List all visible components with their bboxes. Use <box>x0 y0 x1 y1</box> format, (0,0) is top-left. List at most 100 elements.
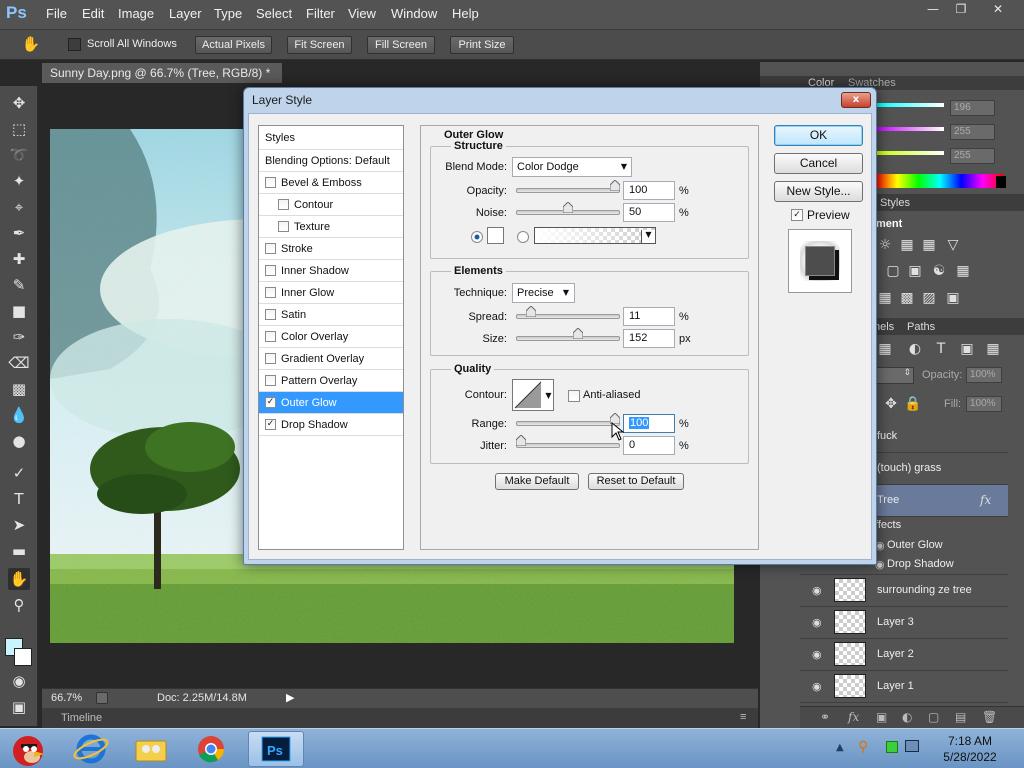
contour-picker[interactable]: ▼ <box>512 379 554 411</box>
eye-icon[interactable]: ◉ <box>812 584 824 597</box>
internet-explorer-icon[interactable] <box>66 731 116 767</box>
style-checkbox[interactable] <box>265 331 276 342</box>
blending-options-item[interactable]: Blending Options: Default <box>259 150 403 172</box>
color-slider-r[interactable] <box>876 103 944 107</box>
anti-aliased-checkbox[interactable] <box>568 390 580 402</box>
style-item-contour[interactable]: Contour <box>259 194 403 216</box>
type-tool-icon[interactable]: T <box>8 488 30 510</box>
opacity-slider-thumb[interactable] <box>610 180 620 191</box>
styles-tab[interactable]: Styles <box>880 197 910 209</box>
style-checkbox-checked[interactable]: ✓ <box>265 419 276 430</box>
gradient-map-icon[interactable]: ▣ <box>944 290 962 306</box>
file-explorer-icon[interactable] <box>126 731 176 767</box>
system-clock[interactable]: 7:18 AM 5/28/2022 <box>928 733 1012 765</box>
vibrance-icon[interactable]: ▢ <box>884 263 902 279</box>
menu-filter[interactable]: Filter <box>306 6 335 21</box>
style-checkbox[interactable] <box>265 243 276 254</box>
technique-select[interactable]: Precise ▼ <box>512 283 575 303</box>
close-window-button[interactable]: ✕ <box>976 2 1020 20</box>
path-select-tool-icon[interactable]: ➤ <box>8 514 30 536</box>
dodge-tool-icon[interactable]: ● <box>8 430 30 452</box>
noise-slider-thumb[interactable] <box>563 202 573 213</box>
hand-tool-icon[interactable]: ✋ <box>8 568 30 590</box>
zoom-tool-icon[interactable]: ⚲ <box>8 594 30 616</box>
style-item-bevel-emboss[interactable]: Bevel & Emboss <box>259 172 403 194</box>
quick-select-tool-icon[interactable]: ✦ <box>8 170 30 192</box>
fit-screen-button[interactable]: Fit Screen <box>287 36 352 54</box>
posterize-icon[interactable]: ▩ <box>898 290 916 306</box>
menu-edit[interactable]: Edit <box>82 6 104 21</box>
style-item-color-overlay[interactable]: Color Overlay <box>259 326 403 348</box>
layer-row[interactable]: ◉ Layer 1 <box>800 671 1008 703</box>
range-slider[interactable] <box>516 421 620 426</box>
lasso-tool-icon[interactable]: ➰ <box>8 144 30 166</box>
eye-icon[interactable]: ◉ <box>812 680 824 693</box>
stamp-tool-icon[interactable]: ■ <box>8 300 30 322</box>
scroll-all-windows-checkbox[interactable] <box>68 38 81 51</box>
menu-layer[interactable]: Layer <box>169 6 202 21</box>
add-mask-icon[interactable]: ▣ <box>876 710 887 724</box>
status-menu-arrow-icon[interactable]: ▶ <box>286 691 294 704</box>
search-tray-icon[interactable]: ⚲ <box>858 739 868 755</box>
jitter-field[interactable]: 0 <box>623 436 675 455</box>
channel-mixer-icon[interactable]: ▦ <box>954 263 972 279</box>
new-group-icon[interactable]: ▢ <box>928 710 939 724</box>
spread-field[interactable]: 11 <box>623 307 675 326</box>
filter-type-icon[interactable]: T <box>932 341 950 357</box>
noise-field[interactable]: 50 <box>623 203 675 222</box>
menu-help[interactable]: Help <box>452 6 479 21</box>
blur-tool-icon[interactable]: 💧 <box>8 404 30 426</box>
size-slider[interactable] <box>516 336 620 341</box>
minimize-button[interactable]: — <box>920 2 946 20</box>
layer-effects-icon[interactable]: fx <box>980 493 991 507</box>
layer-row[interactable]: ◉ surrounding ze tree <box>800 575 1008 607</box>
gradient-radio-button[interactable] <box>517 231 529 243</box>
document-tab[interactable]: Sunny Day.png @ 66.7% (Tree, RGB/8) * × <box>42 63 282 94</box>
filter-shape-icon[interactable]: ▣ <box>958 341 976 357</box>
black-swatch[interactable] <box>996 176 1006 188</box>
eye-icon[interactable]: ◉ <box>812 616 824 629</box>
cancel-button[interactable]: Cancel <box>774 153 863 174</box>
threshold-icon[interactable]: ▨ <box>920 290 938 306</box>
style-item-gradient-overlay[interactable]: Gradient Overlay <box>259 348 403 370</box>
style-checkbox-checked[interactable]: ✓ <box>265 397 276 408</box>
lock-all-icon[interactable]: 🔒 <box>904 396 922 412</box>
actual-pixels-button[interactable]: Actual Pixels <box>195 36 272 54</box>
color-value-b[interactable]: 255 <box>950 148 995 164</box>
filter-adjustment-icon[interactable]: ◐ <box>906 341 924 357</box>
menu-view[interactable]: View <box>348 6 376 21</box>
chrome-icon[interactable] <box>186 731 236 767</box>
color-slider-b[interactable] <box>876 151 944 155</box>
zoom-level[interactable]: 66.7% <box>51 692 82 704</box>
invert-icon[interactable]: ▦ <box>876 290 894 306</box>
style-checkbox[interactable] <box>278 221 289 232</box>
filter-smart-icon[interactable]: ▦ <box>984 341 1002 357</box>
brush-tool-icon[interactable]: ✎ <box>8 274 30 296</box>
show-hidden-icons-icon[interactable]: ▲ <box>836 742 844 753</box>
lock-position-icon[interactable]: ✥ <box>882 396 900 412</box>
style-checkbox[interactable] <box>265 353 276 364</box>
color-balance-icon[interactable]: ☯ <box>930 263 948 279</box>
color-value-g[interactable]: 255 <box>950 124 995 140</box>
style-checkbox[interactable] <box>265 375 276 386</box>
ok-button[interactable]: OK <box>774 125 863 146</box>
style-checkbox[interactable] <box>265 309 276 320</box>
menu-file[interactable]: File <box>46 6 67 21</box>
menu-select[interactable]: Select <box>256 6 292 21</box>
curves-icon[interactable]: ▦ <box>920 237 938 253</box>
style-item-pattern-overlay[interactable]: Pattern Overlay <box>259 370 403 392</box>
blend-mode-select[interactable]: ⇕ <box>876 367 914 384</box>
quick-mask-icon[interactable]: ◉ <box>8 670 30 692</box>
make-default-button[interactable]: Make Default <box>495 473 579 490</box>
paths-tab[interactable]: Paths <box>907 321 935 333</box>
spread-slider-thumb[interactable] <box>526 306 537 317</box>
jitter-slider-thumb[interactable] <box>516 435 526 446</box>
style-checkbox[interactable] <box>265 287 276 298</box>
blend-mode-select[interactable]: Color Dodge ▼ <box>512 157 632 177</box>
healing-tool-icon[interactable]: ✚ <box>8 248 30 270</box>
restore-button[interactable]: ❐ <box>946 2 976 20</box>
battery-tray-icon[interactable] <box>886 741 898 753</box>
filter-pixel-icon[interactable]: ▦ <box>876 341 894 357</box>
status-options-icon[interactable] <box>96 692 108 704</box>
style-item-inner-glow[interactable]: Inner Glow <box>259 282 403 304</box>
